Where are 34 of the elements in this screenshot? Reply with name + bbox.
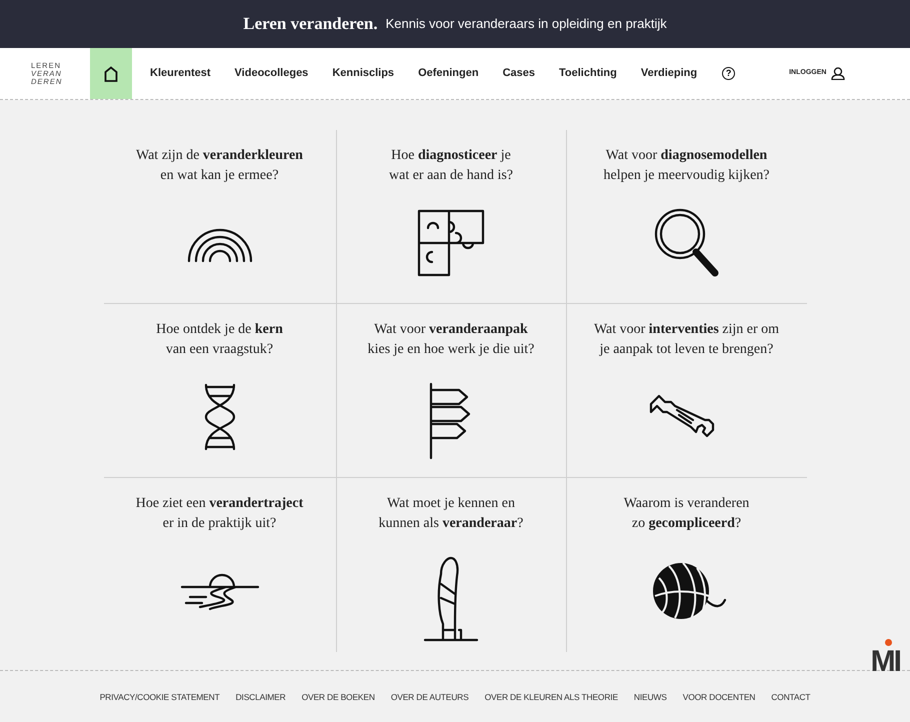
- home-icon: [104, 66, 118, 82]
- card-title[interactable]: Hoe ziet een verandertraject er in de praktijk uit?: [136, 494, 304, 534]
- nav-link[interactable]: Cases: [502, 65, 535, 82]
- card-title[interactable]: Wat voor veranderaanpak kies je en hoe werk je die uit?: [368, 320, 534, 360]
- footer-link[interactable]: OVER DE KLEUREN ALS THEORIE: [484, 691, 618, 704]
- nav-link[interactable]: Verdieping: [640, 65, 698, 82]
- footer-link[interactable]: CONTACT: [771, 691, 810, 704]
- footer-link[interactable]: NIEUWS: [634, 691, 667, 704]
- puzzle-icon[interactable]: [416, 208, 486, 278]
- footer-link[interactable]: OVER DE AUTEURS: [390, 691, 469, 704]
- nav-link[interactable]: Oefeningen: [418, 65, 479, 82]
- site-tagline: Kennis voor veranderaars in opleiding en praktijk: [386, 15, 667, 34]
- card-title[interactable]: Hoe diagnosticeer je wat er aan de hand is?: [389, 146, 513, 186]
- nav-link[interactable]: Toelichting: [559, 65, 617, 82]
- nav-link[interactable]: Videocolleges: [234, 65, 308, 82]
- ballet-shoe-icon[interactable]: [421, 554, 481, 644]
- site-title: Leren veranderen.: [243, 13, 378, 36]
- card-title[interactable]: Waarom is veranderen zo gecompliceerd?: [624, 494, 750, 534]
- card-title[interactable]: Wat voor diagnosemodellen helpen je meervoudig kijken?: [604, 146, 770, 186]
- home-button[interactable]: [90, 48, 132, 99]
- footer-link[interactable]: VOOR DOCENTEN: [682, 691, 756, 704]
- footer-link[interactable]: PRIVACY/COOKIE STATEMENT: [100, 691, 220, 704]
- nav-link[interactable]: Kennisclips: [332, 65, 394, 82]
- user-icon[interactable]: [831, 67, 846, 80]
- river-sunset-icon[interactable]: [180, 571, 260, 611]
- footer-link[interactable]: DISCLAIMER: [236, 691, 286, 704]
- help-button[interactable]: ?: [722, 67, 736, 80]
- card-title[interactable]: Wat voor interventies zijn er om je aanpak tot leven te brengen?: [594, 320, 780, 360]
- card-title[interactable]: Wat moet je kennen en kunnen als veranderaar?: [378, 494, 524, 534]
- footer-link[interactable]: OVER DE BOEKEN: [302, 691, 375, 704]
- publisher-logo: MI: [868, 645, 902, 675]
- nav-link[interactable]: Kleurentest: [150, 65, 211, 82]
- card-title[interactable]: Wat zijn de veranderkleuren en wat kan je ermee?: [136, 146, 303, 186]
- card-title[interactable]: Hoe ontdek je de kern van een vraagstuk?: [156, 320, 283, 360]
